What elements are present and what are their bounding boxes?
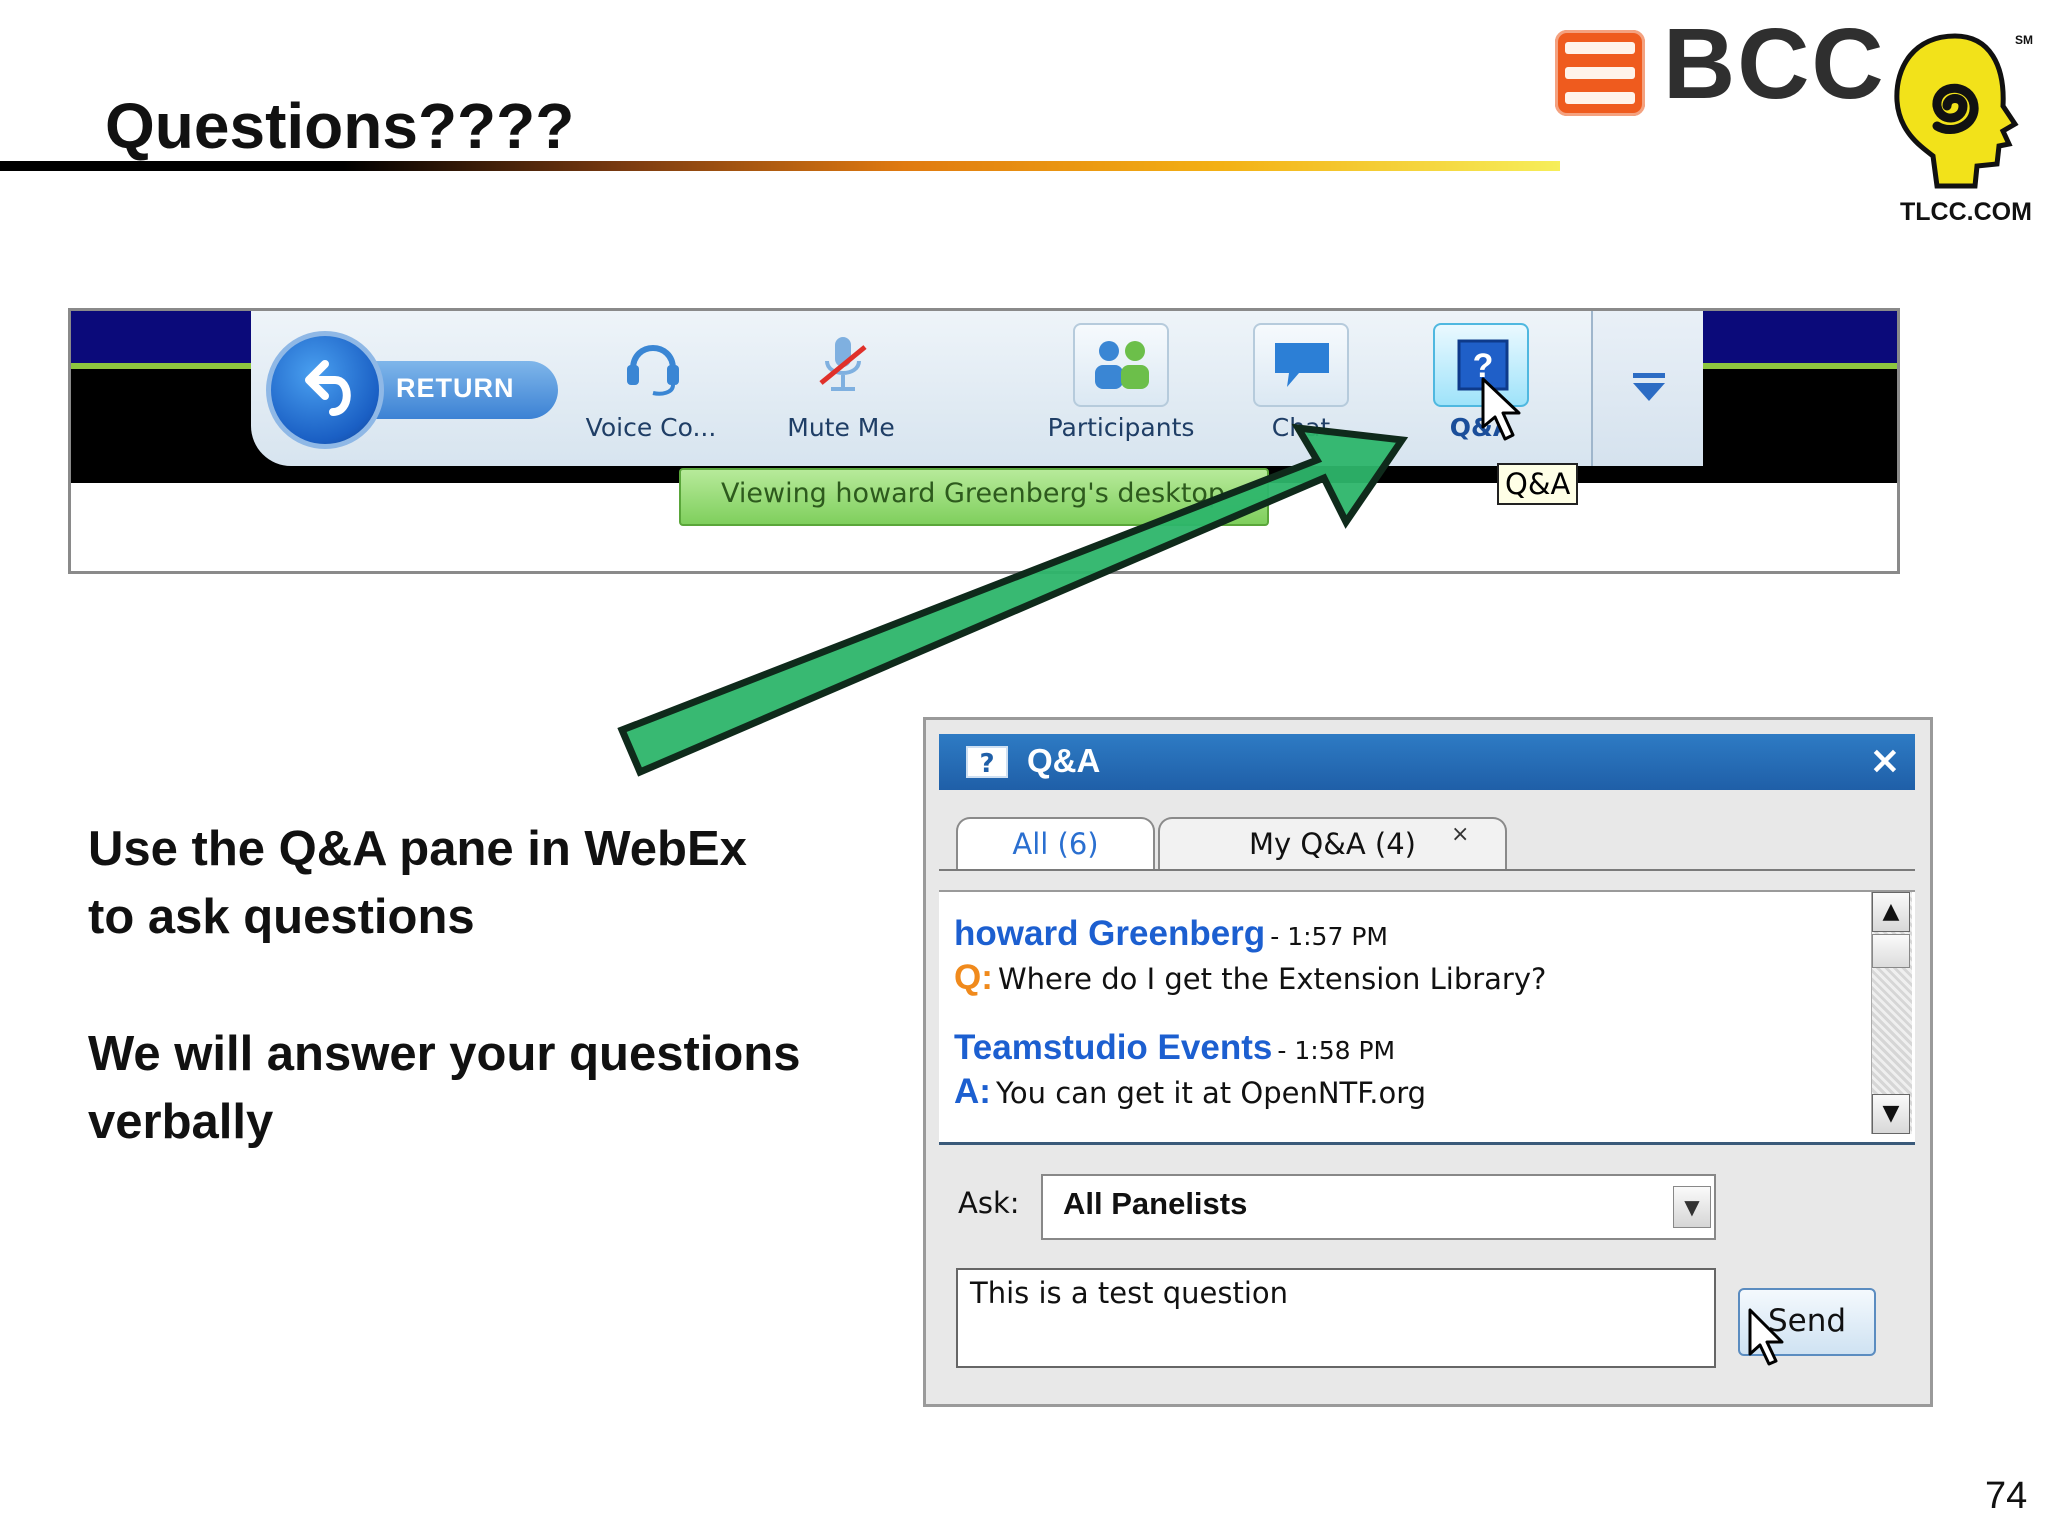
chevron-down-icon[interactable]: ▼ bbox=[1673, 1186, 1711, 1228]
return-button[interactable]: RETURN bbox=[266, 331, 558, 449]
participants-icon bbox=[1095, 341, 1149, 389]
body-text-line-1: Use the Q&A pane in WebEx bbox=[88, 822, 747, 876]
ask-recipient-value: All Panelists bbox=[1063, 1186, 1248, 1221]
bcc-logo-icon bbox=[1555, 30, 1645, 116]
body-text-line-3: We will answer your questions bbox=[88, 1027, 801, 1081]
message-time: - 1:58 PM bbox=[1277, 1036, 1396, 1065]
return-arrow-icon bbox=[266, 331, 384, 449]
message-text: Where do I get the Extension Library? bbox=[997, 962, 1547, 996]
scroll-up-icon[interactable]: ▲ bbox=[1872, 892, 1910, 932]
overflow-arrow-icon[interactable] bbox=[1631, 373, 1667, 403]
list-item: Teamstudio Events - 1:58 PM A: You can g… bbox=[954, 1028, 1854, 1112]
mouse-cursor-icon bbox=[1481, 377, 1521, 441]
mouse-cursor-icon bbox=[1748, 1308, 1784, 1366]
toolbar-overflow[interactable] bbox=[1591, 311, 1703, 466]
page-number: 74 bbox=[1985, 1475, 2028, 1517]
message-time: - 1:57 PM bbox=[1270, 922, 1388, 951]
tab-close-icon[interactable]: × bbox=[1451, 822, 1469, 847]
qa-list-scrollbar[interactable]: ▲ ▼ bbox=[1871, 892, 1912, 1134]
answer-marker: A: bbox=[954, 1072, 991, 1111]
close-icon[interactable]: × bbox=[1869, 738, 1901, 782]
qa-title-icon: ? bbox=[966, 746, 1008, 779]
qa-message-list: howard Greenberg - 1:57 PM Q: Where do I… bbox=[939, 890, 1915, 1145]
question-input[interactable]: This is a test question bbox=[956, 1268, 1716, 1368]
scroll-thumb[interactable] bbox=[1872, 934, 1910, 968]
body-text-line-2: to ask questions bbox=[88, 890, 475, 944]
tab-all[interactable]: All (6) bbox=[956, 817, 1155, 871]
bcc-logo: BCC SM TLCC.COM bbox=[1555, 14, 2035, 236]
list-item: howard Greenberg - 1:57 PM Q: Where do I… bbox=[954, 914, 1854, 998]
tlcc-head-icon: SM bbox=[1894, 33, 2033, 189]
message-text: You can get it at OpenNTF.org bbox=[996, 1076, 1427, 1110]
bcc-logo-text: BCC bbox=[1663, 8, 1886, 120]
message-author: Teamstudio Events bbox=[954, 1028, 1273, 1067]
body-text-line-4: verbally bbox=[88, 1095, 274, 1149]
scroll-down-icon[interactable]: ▼ bbox=[1872, 1094, 1910, 1134]
qa-titlebar: ? Q&A × bbox=[939, 734, 1915, 790]
question-marker: Q: bbox=[954, 958, 993, 997]
qa-tooltip: Q&A bbox=[1497, 463, 1579, 505]
slide-title: Questions???? bbox=[105, 90, 575, 162]
ask-label: Ask: bbox=[958, 1186, 1020, 1220]
message-author: howard Greenberg bbox=[954, 914, 1266, 953]
headset-icon bbox=[627, 345, 679, 396]
ask-recipient-select[interactable]: All Panelists ▼ bbox=[1041, 1174, 1716, 1240]
qa-panel: ? Q&A × All (6) My Q&A (4) × howard Gree… bbox=[923, 717, 1933, 1407]
chat-bubble-icon bbox=[1275, 343, 1329, 387]
microphone-muted-icon bbox=[819, 337, 867, 391]
return-label: RETURN bbox=[396, 373, 515, 403]
title-rule bbox=[0, 161, 1560, 171]
tlcc-tagline: TLCC.COM bbox=[1900, 198, 2032, 226]
service-mark: SM bbox=[2015, 33, 2033, 47]
qa-panel-title: Q&A bbox=[1027, 742, 1101, 779]
